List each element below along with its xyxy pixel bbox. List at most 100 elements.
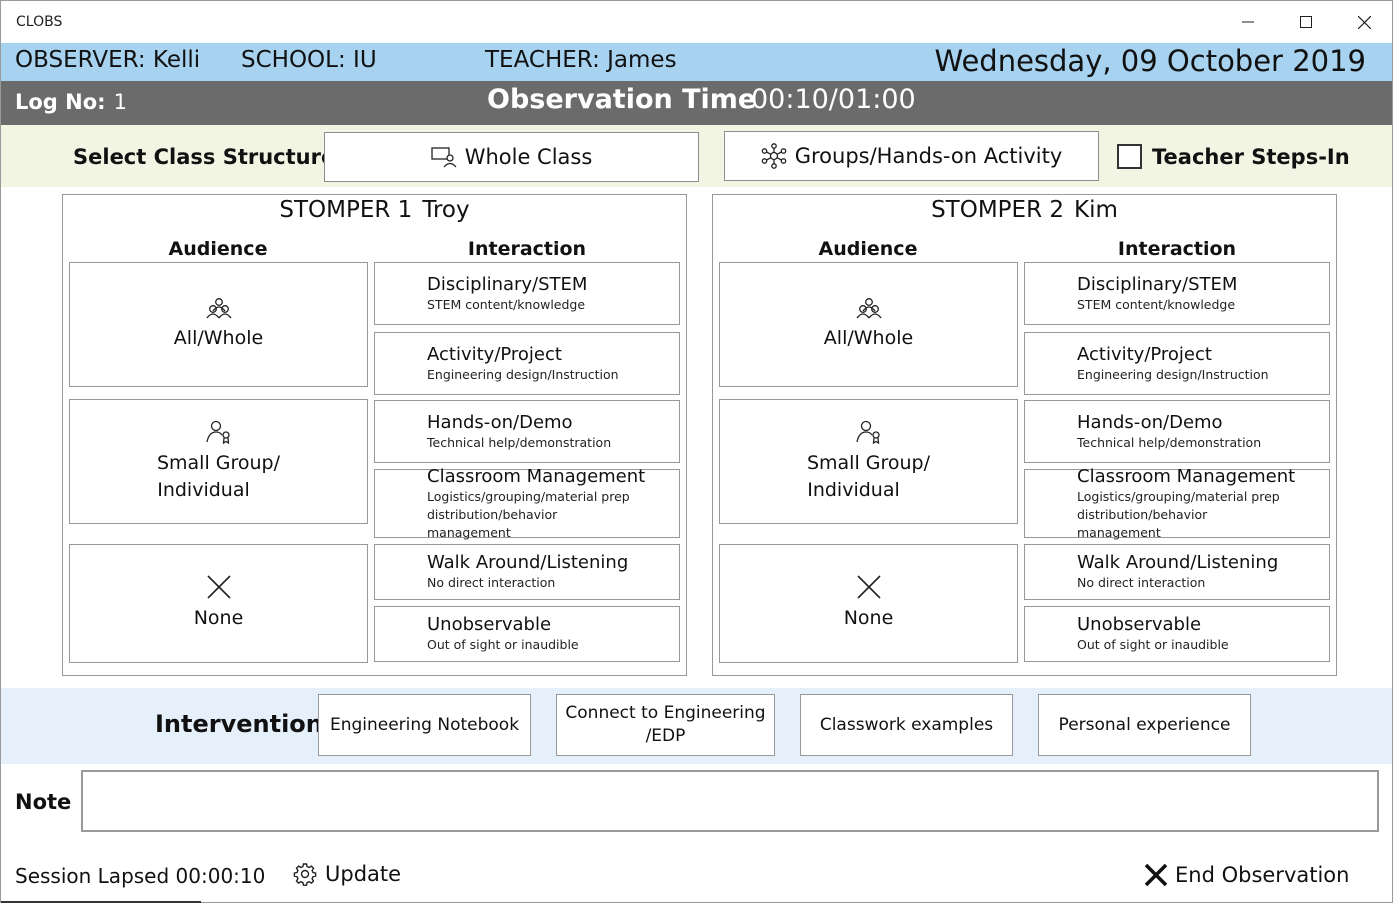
close-icon	[1144, 863, 1168, 887]
interaction-title: Unobservable	[427, 614, 552, 635]
groups-activity-button[interactable]: Groups/Hands-on Activity	[724, 131, 1099, 181]
audience-small-group-button[interactable]: Small Group/ Individual	[719, 399, 1018, 524]
update-button[interactable]: Update	[293, 862, 401, 886]
interaction-subtitle: No direct interaction	[1077, 575, 1206, 590]
interaction-subtitle: Logistics/grouping/material prep distrib…	[1077, 488, 1280, 540]
interaction-title: Disciplinary/STEM	[427, 273, 588, 295]
audience-none-label: None	[843, 607, 894, 629]
app-window: CLOBS OBSERVER: Kelli SCHOOL: IU TEACHER…	[0, 0, 1393, 903]
interaction-heading: Interaction	[1117, 238, 1237, 260]
interventions-label: Interventions	[155, 710, 338, 738]
interaction-activity-project-button[interactable]: Activity/Project Engineering design/Inst…	[1024, 332, 1330, 395]
update-label: Update	[325, 862, 402, 886]
person-badge-icon	[205, 420, 230, 444]
close-window-button[interactable]	[1335, 1, 1393, 43]
interaction-title: Hands-on/Demo	[427, 411, 573, 433]
audience-small-group-line-1: Small Group/	[156, 451, 281, 474]
audience-small-group-button[interactable]: Small Group/ Individual	[69, 399, 368, 524]
interaction-walk-around-button[interactable]: Walk Around/Listening No direct interact…	[1024, 544, 1330, 600]
title-bar: CLOBS	[1, 1, 1392, 43]
groups-activity-label: Groups/Hands-on Activity	[794, 144, 1063, 168]
interventions-bar: Interventions Engineering Notebook Conne…	[1, 688, 1392, 764]
connect-to-engineering-label: Connect to Engineering /EDP	[565, 702, 765, 748]
audience-small-group-line-2: Individual	[807, 478, 900, 501]
interaction-subtitle: Out of sight or inaudible	[427, 637, 579, 652]
interaction-title: Hands-on/Demo	[1077, 411, 1223, 433]
audience-none-button[interactable]: None	[69, 544, 368, 663]
gear-icon	[293, 863, 317, 886]
interaction-title: Walk Around/Listening	[1077, 552, 1279, 573]
audience-small-group-line-1: Small Group/	[806, 451, 931, 474]
observation-time-label: Observation Time	[487, 84, 757, 115]
interaction-subtitle: Technical help/demonstration	[427, 434, 612, 450]
network-icon	[761, 143, 787, 169]
interaction-subtitle: No direct interaction	[427, 575, 556, 590]
interaction-hands-on-demo-button[interactable]: Hands-on/Demo Technical help/demonstrati…	[1024, 400, 1330, 463]
interaction-subtitle: Technical help/demonstration	[1077, 434, 1262, 450]
date-label: Wednesday, 09 October 2019	[934, 44, 1366, 78]
observation-time-value: 00:10/01:00	[751, 84, 916, 115]
audience-all-whole-button[interactable]: All/Whole	[719, 262, 1018, 387]
log-number: Log No: 1	[15, 90, 127, 114]
interaction-unobservable-button[interactable]: Unobservable Out of sight or inaudible	[374, 606, 680, 662]
observer-label: OBSERVER: Kelli	[15, 47, 201, 73]
personal-experience-button[interactable]: Personal experience	[1038, 694, 1251, 756]
log-value: 1	[113, 90, 127, 114]
end-observation-button[interactable]: End Observation	[1143, 862, 1349, 888]
note-input[interactable]	[81, 770, 1379, 832]
maximize-button[interactable]	[1277, 1, 1335, 43]
interaction-classroom-management-button[interactable]: Classroom Management Logistics/grouping/…	[374, 465, 680, 540]
note-label: Note	[15, 790, 72, 814]
interaction-subtitle: Out of sight or inaudible	[1077, 637, 1229, 652]
classwork-examples-button[interactable]: Classwork examples	[800, 694, 1013, 756]
interaction-title: Classroom Management	[1077, 465, 1296, 487]
stomper-1-title: STOMPER 1 Troy	[63, 197, 686, 223]
end-observation-label: End Observation	[1175, 863, 1350, 887]
group-people-icon	[205, 298, 232, 319]
minimize-icon	[1242, 21, 1254, 23]
interaction-disciplinary-stem-button[interactable]: Disciplinary/STEM STEM content/knowledge	[374, 262, 680, 325]
interaction-heading: Interaction	[467, 238, 587, 260]
teacher-steps-in-toggle[interactable]: Teacher Steps-In	[1117, 144, 1350, 169]
audience-small-group-line-2: Individual	[157, 478, 250, 501]
interaction-subtitle: STEM content/knowledge	[1077, 296, 1236, 312]
engineering-notebook-button[interactable]: Engineering Notebook	[318, 694, 531, 756]
interaction-subtitle: Engineering design/Instruction	[427, 366, 619, 382]
audience-none-button[interactable]: None	[719, 544, 1018, 663]
interaction-disciplinary-stem-button[interactable]: Disciplinary/STEM STEM content/knowledge	[1024, 262, 1330, 325]
minimize-button[interactable]	[1219, 1, 1277, 43]
interaction-hands-on-demo-button[interactable]: Hands-on/Demo Technical help/demonstrati…	[374, 400, 680, 463]
interaction-classroom-management-button[interactable]: Classroom Management Logistics/grouping/…	[1024, 465, 1330, 540]
connect-line-1: Connect to Engineering	[565, 703, 766, 723]
audience-all-whole-label: All/Whole	[823, 327, 914, 349]
info-bar: OBSERVER: Kelli SCHOOL: IU TEACHER: Jame…	[1, 43, 1392, 81]
interaction-title: Activity/Project	[427, 343, 562, 365]
interaction-title: Classroom Management	[427, 465, 646, 487]
school-label: SCHOOL: IU	[241, 47, 377, 73]
teacher-label: TEACHER: James	[485, 47, 677, 73]
interaction-unobservable-button[interactable]: Unobservable Out of sight or inaudible	[1024, 606, 1330, 662]
maximize-icon	[1300, 16, 1312, 28]
connect-to-engineering-button[interactable]: Connect to Engineering /EDP	[556, 694, 775, 756]
presenter-icon	[431, 147, 457, 168]
interaction-activity-project-button[interactable]: Activity/Project Engineering design/Inst…	[374, 332, 680, 395]
close-icon	[1357, 15, 1371, 29]
connect-line-2: /EDP	[645, 726, 686, 746]
teacher-steps-in-label: Teacher Steps-In	[1152, 144, 1350, 169]
audience-all-whole-label: All/Whole	[173, 327, 264, 349]
interaction-walk-around-button[interactable]: Walk Around/Listening No direct interact…	[374, 544, 680, 600]
log-label: Log No:	[15, 90, 106, 114]
whole-class-label: Whole Class	[464, 145, 593, 169]
interaction-subtitle: Engineering design/Instruction	[1077, 366, 1269, 382]
interaction-title: Walk Around/Listening	[427, 552, 629, 573]
stomper-2-panel: STOMPER 2 Kim Audience Interaction All/Wh…	[712, 194, 1337, 676]
audience-all-whole-button[interactable]: All/Whole	[69, 262, 368, 387]
audience-heading: Audience	[168, 238, 268, 260]
interaction-title: Activity/Project	[1077, 343, 1212, 365]
stomper-1-name: Troy	[422, 197, 470, 223]
whole-class-button[interactable]: Whole Class	[324, 132, 699, 182]
x-icon	[206, 575, 231, 599]
interaction-title: Unobservable	[1077, 614, 1202, 635]
teacher-steps-in-checkbox[interactable]	[1117, 144, 1142, 169]
class-structure-bar: Select Class Structure Whole Class Group…	[1, 125, 1392, 187]
